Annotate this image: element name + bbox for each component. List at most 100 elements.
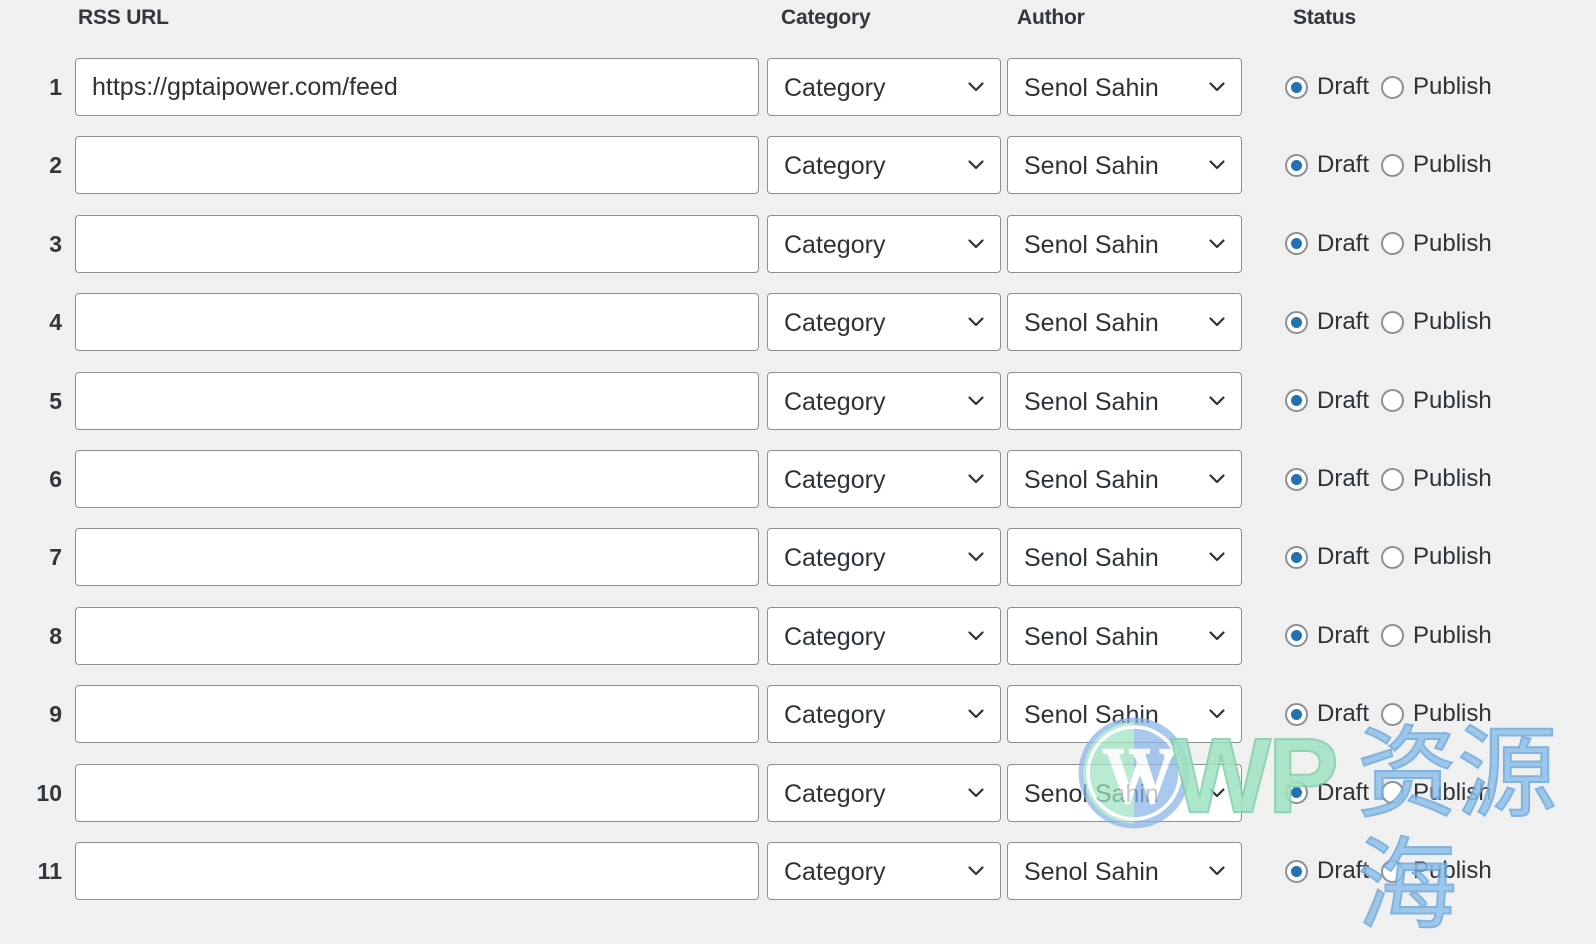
category-select[interactable]: Category	[767, 763, 1001, 822]
radio-publish-icon[interactable]	[1381, 389, 1405, 413]
radio-draft-icon[interactable]	[1285, 389, 1308, 413]
status-option-draft[interactable]: Draft	[1285, 857, 1369, 885]
status-option-draft[interactable]: Draft	[1285, 308, 1369, 336]
category-select[interactable]: Category	[767, 842, 1001, 900]
author-select-value: Senol Sahin	[1024, 466, 1159, 494]
row-number: 4	[49, 309, 62, 336]
status-option-draft-label: Draft	[1317, 778, 1370, 806]
category-select[interactable]: Category	[767, 528, 1001, 587]
radio-publish-icon[interactable]	[1381, 781, 1405, 805]
status-option-publish[interactable]: Publish	[1381, 308, 1492, 336]
radio-publish-icon[interactable]	[1381, 232, 1405, 256]
status-option-draft[interactable]: Draft	[1285, 73, 1369, 101]
chevron-down-icon	[1207, 547, 1227, 567]
table-row: 5 Category Senol Sahin Draft Publish	[0, 371, 1596, 430]
category-select[interactable]: Category	[767, 606, 1001, 665]
author-select-value: Senol Sahin	[1024, 74, 1159, 102]
radio-draft-icon[interactable]	[1285, 545, 1308, 569]
status-option-publish[interactable]: Publish	[1381, 779, 1492, 807]
status-option-draft[interactable]: Draft	[1285, 387, 1369, 415]
status-option-draft[interactable]: Draft	[1285, 779, 1369, 807]
author-select[interactable]: Senol Sahin	[1007, 136, 1242, 195]
category-select[interactable]: Category	[767, 371, 1001, 430]
status-option-publish[interactable]: Publish	[1381, 857, 1492, 885]
radio-publish-icon[interactable]	[1381, 153, 1405, 177]
status-option-draft[interactable]: Draft	[1285, 151, 1369, 179]
author-select-value: Senol Sahin	[1024, 858, 1159, 886]
radio-publish-icon[interactable]	[1381, 545, 1405, 569]
rss-url-input[interactable]	[75, 685, 759, 744]
status-option-publish[interactable]: Publish	[1381, 387, 1492, 415]
author-select[interactable]: Senol Sahin	[1007, 685, 1242, 744]
rss-url-input[interactable]	[75, 214, 759, 273]
rss-url-input[interactable]	[75, 58, 759, 116]
category-select[interactable]: Category	[767, 293, 1001, 352]
category-select[interactable]: Category	[767, 58, 1001, 116]
status-option-draft[interactable]: Draft	[1285, 622, 1369, 650]
rss-url-input[interactable]	[75, 528, 759, 587]
chevron-down-icon	[966, 626, 986, 646]
radio-draft-icon[interactable]	[1285, 310, 1308, 334]
row-number: 6	[49, 466, 62, 492]
radio-publish-icon[interactable]	[1381, 624, 1405, 648]
category-select[interactable]: Category	[767, 214, 1001, 273]
rss-url-input[interactable]	[75, 371, 759, 430]
rss-url-input[interactable]	[75, 450, 759, 508]
author-select[interactable]: Senol Sahin	[1007, 528, 1242, 587]
status-option-draft-label: Draft	[1317, 621, 1370, 649]
status-option-publish[interactable]: Publish	[1381, 543, 1492, 571]
column-header-rss-url: RSS URL	[78, 6, 169, 29]
status-option-publish[interactable]: Publish	[1381, 700, 1492, 728]
status-option-publish-label: Publish	[1413, 543, 1492, 571]
column-header-author: Author	[1017, 6, 1085, 29]
radio-draft-icon[interactable]	[1285, 781, 1308, 805]
radio-draft-icon[interactable]	[1285, 75, 1308, 99]
radio-draft-icon[interactable]	[1285, 702, 1308, 726]
author-select[interactable]: Senol Sahin	[1007, 58, 1242, 116]
status-option-draft[interactable]: Draft	[1285, 700, 1369, 728]
status-option-publish[interactable]: Publish	[1381, 622, 1492, 650]
status-option-draft[interactable]: Draft	[1285, 465, 1369, 493]
radio-draft-icon[interactable]	[1285, 859, 1308, 883]
status-radio-group: Draft Publish	[1285, 215, 1492, 273]
chevron-down-icon	[1207, 861, 1227, 881]
rss-url-input[interactable]	[75, 293, 759, 352]
radio-publish-icon[interactable]	[1381, 75, 1405, 99]
radio-publish-icon[interactable]	[1381, 859, 1405, 883]
status-option-draft-label: Draft	[1317, 700, 1370, 728]
status-option-publish[interactable]: Publish	[1381, 73, 1492, 101]
chevron-down-icon	[966, 704, 986, 724]
rss-url-input[interactable]	[75, 842, 759, 900]
author-select[interactable]: Senol Sahin	[1007, 842, 1242, 900]
radio-draft-icon[interactable]	[1285, 624, 1308, 648]
author-select[interactable]: Senol Sahin	[1007, 606, 1242, 665]
status-option-publish[interactable]: Publish	[1381, 230, 1492, 258]
radio-draft-icon[interactable]	[1285, 467, 1308, 491]
status-option-publish-label: Publish	[1413, 857, 1492, 884]
status-option-publish[interactable]: Publish	[1381, 465, 1492, 493]
table-row: 4 Category Senol Sahin Draft Publish	[0, 293, 1596, 352]
radio-draft-icon[interactable]	[1285, 153, 1308, 177]
status-option-draft-label: Draft	[1317, 308, 1370, 336]
radio-publish-icon[interactable]	[1381, 467, 1405, 491]
author-select[interactable]: Senol Sahin	[1007, 763, 1242, 822]
rss-url-input[interactable]	[75, 763, 759, 822]
category-select[interactable]: Category	[767, 136, 1001, 195]
radio-publish-icon[interactable]	[1381, 310, 1405, 334]
author-select[interactable]: Senol Sahin	[1007, 371, 1242, 430]
author-select[interactable]: Senol Sahin	[1007, 450, 1242, 508]
rss-url-input[interactable]	[75, 136, 759, 195]
rss-url-input[interactable]	[75, 606, 759, 665]
category-select-value: Category	[784, 779, 886, 808]
status-option-draft[interactable]: Draft	[1285, 230, 1369, 258]
status-option-draft[interactable]: Draft	[1285, 543, 1369, 571]
status-option-publish[interactable]: Publish	[1381, 151, 1492, 179]
radio-draft-icon[interactable]	[1285, 232, 1308, 256]
category-select[interactable]: Category	[767, 685, 1001, 744]
author-select[interactable]: Senol Sahin	[1007, 293, 1242, 352]
status-radio-group: Draft Publish	[1285, 607, 1492, 665]
category-select[interactable]: Category	[767, 450, 1001, 508]
author-select-value: Senol Sahin	[1024, 309, 1159, 338]
author-select[interactable]: Senol Sahin	[1007, 214, 1242, 273]
radio-publish-icon[interactable]	[1381, 702, 1405, 726]
